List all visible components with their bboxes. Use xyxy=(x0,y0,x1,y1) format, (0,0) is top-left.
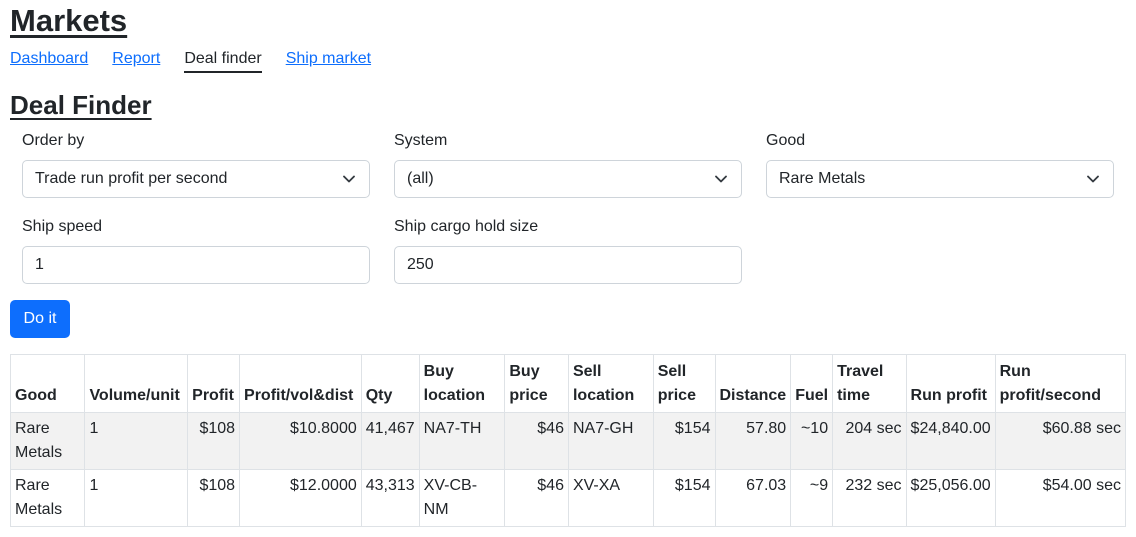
cell-fuel: ~10 xyxy=(790,412,834,470)
cell-qty: 43,313 xyxy=(360,469,420,527)
nav-deal-finder[interactable]: Deal finder xyxy=(184,48,262,73)
ship-speed-input[interactable]: 1 xyxy=(22,246,370,284)
cell-travel-time: 232 sec xyxy=(832,469,907,527)
cell-good: Rare Metals xyxy=(9,469,86,527)
do-it-button[interactable]: Do it xyxy=(10,300,70,338)
col-header: Sell location xyxy=(567,354,654,413)
cell-travel-time: 204 sec xyxy=(832,412,907,470)
chevron-down-icon xyxy=(1087,175,1099,183)
cell-distance: 57.80 xyxy=(714,412,792,470)
cell-volume: 1 xyxy=(84,469,189,527)
cell-profit-vol-dist: $12.0000 xyxy=(239,469,362,527)
cell-sell-location: XV-XA xyxy=(567,469,654,527)
nav-dashboard[interactable]: Dashboard xyxy=(10,48,88,73)
section-title: Deal Finder xyxy=(10,90,152,120)
order-by-label: Order by xyxy=(22,132,85,149)
col-header: Run profit/second xyxy=(994,354,1127,413)
cell-buy-location: NA7-TH xyxy=(418,412,506,470)
cell-buy-price: $46 xyxy=(504,469,569,527)
cargo-hold-input[interactable]: 250 xyxy=(394,246,742,284)
table-row: Rare Metals 1 $108 $12.0000 43,313 XV-CB… xyxy=(9,469,1127,527)
cell-run-profit: $24,840.00 xyxy=(905,412,996,470)
col-header: Qty xyxy=(360,354,420,413)
cell-profit: $108 xyxy=(187,469,241,527)
nav-report[interactable]: Report xyxy=(112,48,160,73)
system-label: System xyxy=(394,132,448,149)
cell-run-profit-second: $60.88 sec xyxy=(994,412,1127,470)
order-by-select[interactable]: Trade run profit per second xyxy=(22,160,370,198)
cell-sell-location: NA7-GH xyxy=(567,412,654,470)
cell-buy-price: $46 xyxy=(504,412,569,470)
col-header: Good xyxy=(9,354,86,413)
cell-fuel: ~9 xyxy=(790,469,834,527)
cell-profit: $108 xyxy=(187,412,241,470)
col-header: Distance xyxy=(714,354,792,413)
nav-ship-market[interactable]: Ship market xyxy=(286,48,371,73)
cell-volume: 1 xyxy=(84,412,189,470)
cell-run-profit-second: $54.00 sec xyxy=(994,469,1127,527)
chevron-down-icon xyxy=(715,175,727,183)
cell-qty: 41,467 xyxy=(360,412,420,470)
col-header: Run profit xyxy=(905,354,996,413)
col-header: Buy location xyxy=(418,354,506,413)
ship-speed-label: Ship speed xyxy=(22,218,103,235)
good-label: Good xyxy=(766,132,806,149)
cell-run-profit: $25,056.00 xyxy=(905,469,996,527)
cell-buy-location: XV-CB-NM xyxy=(418,469,506,527)
col-header: Buy price xyxy=(504,354,569,413)
cell-profit-vol-dist: $10.8000 xyxy=(239,412,362,470)
main-nav: Dashboard Report Deal finder Ship market xyxy=(10,48,371,73)
col-header: Volume/unit xyxy=(84,354,189,413)
page-title: Markets xyxy=(10,3,128,38)
cargo-hold-label: Ship cargo hold size xyxy=(394,218,539,235)
good-value: Rare Metals xyxy=(779,170,866,187)
cell-good: Rare Metals xyxy=(9,412,86,470)
col-header: Profit xyxy=(187,354,241,413)
col-header: Sell price xyxy=(652,354,716,413)
order-by-value: Trade run profit per second xyxy=(35,170,228,187)
results-table: Good Volume/unit Profit Profit/vol&dist … xyxy=(9,354,1127,527)
cell-sell-price: $154 xyxy=(652,412,716,470)
system-value: (all) xyxy=(407,170,434,187)
cell-sell-price: $154 xyxy=(652,469,716,527)
table-header-row: Good Volume/unit Profit Profit/vol&dist … xyxy=(9,354,1127,413)
col-header: Travel time xyxy=(832,354,907,413)
good-select[interactable]: Rare Metals xyxy=(766,160,1114,198)
chevron-down-icon xyxy=(343,175,355,183)
col-header: Profit/vol&dist xyxy=(239,354,362,413)
cell-distance: 67.03 xyxy=(714,469,792,527)
system-select[interactable]: (all) xyxy=(394,160,742,198)
table-row: Rare Metals 1 $108 $10.8000 41,467 NA7-T… xyxy=(9,412,1127,470)
col-header: Fuel xyxy=(790,354,834,413)
